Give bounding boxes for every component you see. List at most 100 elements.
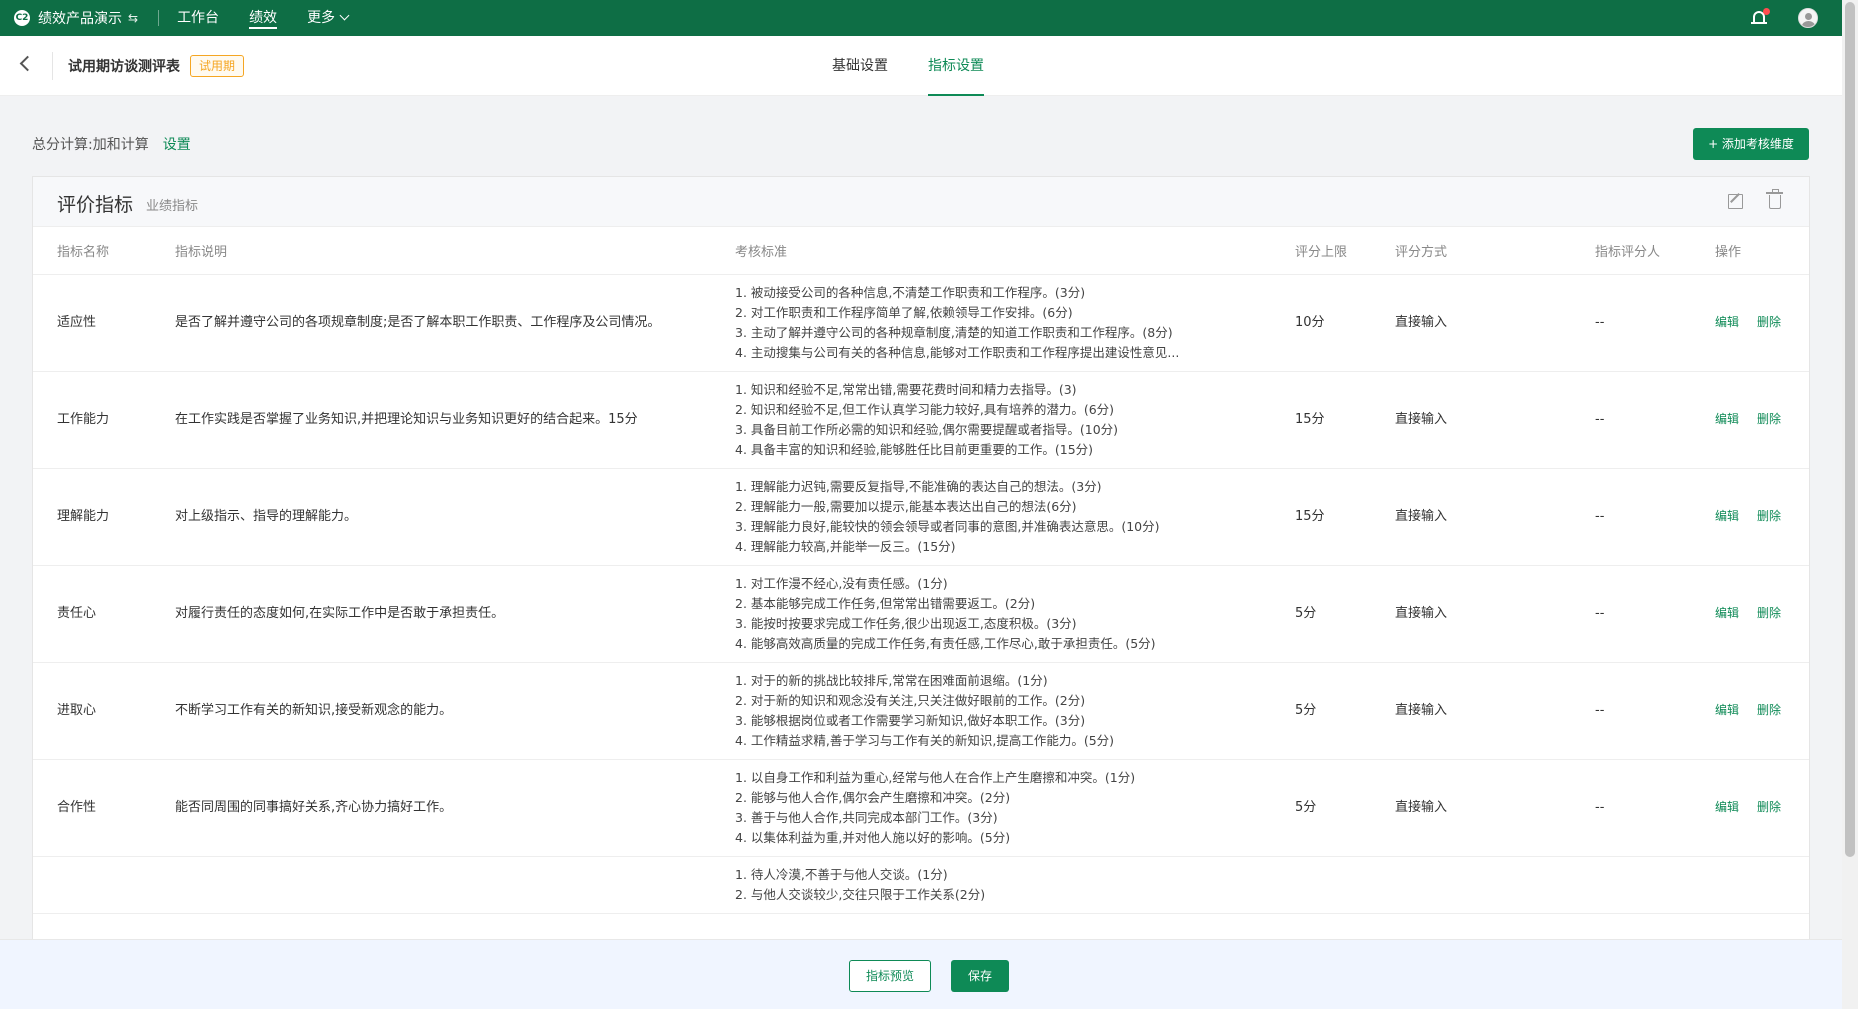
edit-link[interactable]: 编辑 (1715, 315, 1739, 329)
cell-name: 进取心 (33, 662, 151, 760)
cell-criteria: 1. 对于的新的挑战比较排斥,常常在困难面前退缩。(1分) 2. 对于新的知识和观… (711, 662, 1271, 760)
criteria-line: 1. 理解能力迟钝,需要反复指导,不能准确的表达自己的想法。(3分) (735, 478, 1102, 494)
cell-ops: 编辑 删除 (1691, 371, 1809, 469)
edit-link[interactable]: 编辑 (1715, 412, 1739, 426)
cell-method: 直接输入 (1371, 274, 1571, 372)
status-badge: 试用期 (190, 55, 245, 77)
criteria-line: 1. 对于的新的挑战比较排斥,常常在困难面前退缩。(1分) (735, 672, 1048, 688)
nav-workbench[interactable]: 工作台 (177, 0, 219, 36)
criteria-line: 4. 理解能力较高,并能举一反三。(15分) (735, 538, 956, 554)
notification-bell-icon[interactable] (1750, 8, 1770, 27)
criteria-line: 3. 善于与他人合作,共同完成本部门工作。(3分) (735, 809, 998, 825)
col-header-method: 评分方式 (1371, 227, 1571, 275)
cell-criteria: 1. 理解能力迟钝,需要反复指导,不能准确的表达自己的想法。(3分) 2. 理解能… (711, 468, 1271, 566)
delete-link[interactable]: 删除 (1757, 509, 1781, 523)
divider (52, 52, 53, 80)
save-button[interactable]: 保存 (951, 960, 1009, 992)
back-arrow-icon[interactable] (19, 55, 36, 72)
trash-icon[interactable] (1766, 189, 1783, 209)
cell-max: 15分 (1271, 468, 1371, 566)
tab-basic-settings[interactable]: 基础设置 (832, 36, 888, 96)
delete-link[interactable]: 删除 (1757, 315, 1781, 329)
table-row: 理解能力 对上级指示、指导的理解能力。 1. 理解能力迟钝,需要反复指导,不能准确的… (33, 468, 1809, 566)
criteria-line: 4. 工作精益求精,善于学习与工作有关的新知识,提高工作能力。(5分) (735, 732, 1115, 748)
top-navbar: C2 绩效产品演示 ⇆ 工作台 绩效 更多 (0, 0, 1842, 36)
avatar[interactable] (1798, 8, 1818, 28)
edit-icon[interactable] (1728, 194, 1743, 209)
cell-max: 5分 (1271, 662, 1371, 760)
delete-link[interactable]: 删除 (1757, 800, 1781, 814)
cell-method (1371, 856, 1571, 914)
cell-max: 10分 (1271, 274, 1371, 372)
scrollbar-thumb[interactable] (1845, 2, 1855, 857)
criteria-line: 1. 被动接受公司的各种信息,不清楚工作职责和工作程序。(3分) (735, 284, 1086, 300)
criteria-line: 2. 与他人交谈较少,交往只限于工作关系(2分) (735, 886, 986, 902)
criteria-line: 3. 具备目前工作所必需的知识和经验,偶尔需要提醒或者指导。(10分) (735, 421, 1119, 437)
chevron-down-icon (339, 10, 350, 21)
nav-performance[interactable]: 绩效 (249, 0, 278, 36)
cell-max: 5分 (1271, 759, 1371, 857)
criteria-line: 2. 基本能够完成工作任务,但常常出错需要返工。(2分) (735, 595, 1036, 611)
cell-ops: 编辑 删除 (1691, 565, 1809, 663)
cell-criteria: 1. 待人冷漠,不善于与他人交谈。(1分) 2. 与他人交谈较少,交往只限于工作关… (711, 856, 1271, 914)
table-row: 责任心 对履行责任的态度如何,在实际工作中是否敢于承担责任。 1. 对工作漫不经心,… (33, 565, 1809, 663)
cell-scorer: -- (1571, 468, 1691, 566)
total-settings-link[interactable]: 设置 (163, 137, 191, 153)
cell-name: 合作性 (33, 759, 151, 857)
criteria-line: 2. 知识和经验不足,但工作认真学习能力较好,具有培养的潜力。(6分) (735, 401, 1115, 417)
cell-ops: 编辑 删除 (1691, 759, 1809, 857)
cell-ops (1691, 856, 1809, 914)
delete-link[interactable]: 删除 (1757, 606, 1781, 620)
indicator-card: 评价指标 业绩指标 指标名称 指标说明 考核标准 评分上限 评分方式 指标评分人… (32, 176, 1810, 946)
cell-desc (151, 856, 711, 914)
cell-desc: 对上级指示、指导的理解能力。 (151, 468, 711, 566)
divider (158, 10, 160, 26)
edit-link[interactable]: 编辑 (1715, 606, 1739, 620)
cell-ops: 编辑 删除 (1691, 274, 1809, 372)
criteria-line: 2. 对工作职责和工作程序简单了解,依赖领导工作安排。(6分) (735, 304, 1073, 320)
swap-icon: ⇆ (128, 11, 139, 25)
edit-link[interactable]: 编辑 (1715, 800, 1739, 814)
cell-name: 工作能力 (33, 371, 151, 469)
cell-ops: 编辑 删除 (1691, 468, 1809, 566)
add-dimension-button[interactable]: + 添加考核维度 (1693, 128, 1809, 160)
bottom-action-bar: 指标预览 保存 (0, 939, 1842, 1009)
scrollbar[interactable] (1842, 0, 1858, 1009)
criteria-line: 4. 能够高效高质量的完成工作任务,有责任感,工作尽心,敢于承担责任。(5分) (735, 635, 1156, 651)
cell-scorer: -- (1571, 662, 1691, 760)
criteria-line: 1. 以自身工作和利益为重心,经常与他人在合作上产生磨擦和冲突。(1分) (735, 769, 1136, 785)
criteria-line: 3. 能按时按要求完成工作任务,很少出现返工,态度积极。(3分) (735, 615, 1077, 631)
criteria-line: 4. 主动搜集与公司有关的各种信息,能够对工作职责和工作程序提出建设性意见... (735, 344, 1180, 360)
cell-method: 直接输入 (1371, 662, 1571, 760)
cell-name (33, 856, 151, 914)
card-title: 评价指标 (57, 194, 134, 216)
brand-logo-icon: C2 (14, 10, 30, 26)
criteria-line: 4. 具备丰富的知识和经验,能够胜任比目前更重要的工作。(15分) (735, 441, 1094, 457)
edit-link[interactable]: 编辑 (1715, 703, 1739, 717)
cell-desc: 在工作实践是否掌握了业务知识,并把理论知识与业务知识更好的结合起来。15分 (151, 371, 711, 469)
nav-more[interactable]: 更多 (307, 0, 350, 36)
edit-link[interactable]: 编辑 (1715, 509, 1739, 523)
tab-bar: 基础设置 指标设置 (832, 36, 1024, 96)
criteria-line: 1. 对工作漫不经心,没有责任感。(1分) (735, 575, 948, 591)
sub-header: 试用期访谈测评表 试用期 基础设置 指标设置 (0, 36, 1842, 96)
col-header-desc: 指标说明 (151, 227, 711, 275)
table-row: 工作能力 在工作实践是否掌握了业务知识,并把理论知识与业务知识更好的结合起来。15… (33, 371, 1809, 469)
cell-scorer: -- (1571, 759, 1691, 857)
criteria-line: 2. 能够与他人合作,偶尔会产生磨擦和冲突。(2分) (735, 789, 1011, 805)
delete-link[interactable]: 删除 (1757, 703, 1781, 717)
criteria-line: 1. 待人冷漠,不善于与他人交谈。(1分) (735, 866, 948, 882)
criteria-line: 2. 对于新的知识和观念没有关注,只关注做好眼前的工作。(2分) (735, 692, 1086, 708)
table-header-row: 指标名称 指标说明 考核标准 评分上限 评分方式 指标评分人 操作 (33, 227, 1809, 275)
page-title: 试用期访谈测评表 (68, 59, 180, 75)
cell-desc: 能否同周围的同事搞好关系,齐心协力搞好工作。 (151, 759, 711, 857)
card-header: 评价指标 业绩指标 (33, 177, 1809, 227)
cell-desc: 是否了解并遵守公司的各项规章制度;是否了解本职工作职责、工作程序及公司情况。 (151, 274, 711, 372)
brand-switcher[interactable]: C2 绩效产品演示 ⇆ (0, 8, 138, 28)
col-header-criteria: 考核标准 (711, 227, 1271, 275)
cell-scorer: -- (1571, 565, 1691, 663)
card-subtitle: 业绩指标 (146, 199, 199, 214)
delete-link[interactable]: 删除 (1757, 412, 1781, 426)
tab-indicator-settings[interactable]: 指标设置 (928, 36, 984, 96)
preview-button[interactable]: 指标预览 (849, 960, 931, 992)
